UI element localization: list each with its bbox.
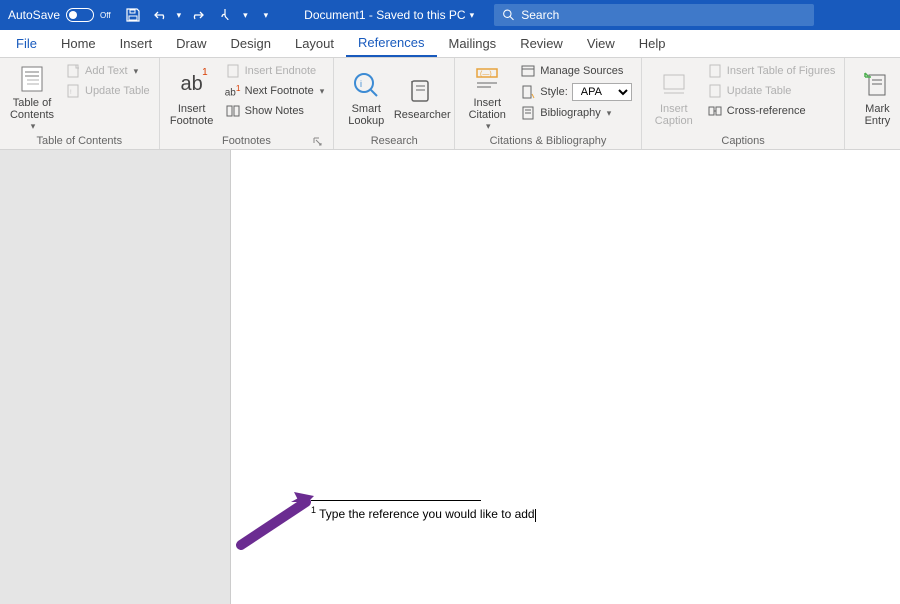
tab-file[interactable]: File [4,30,49,57]
chevron-down-icon: ▾ [31,121,36,132]
add-text-icon [65,63,81,79]
quick-access-toolbar: ▾ ▾ ▾ [119,7,275,23]
svg-text:!: ! [70,90,72,96]
footnote-icon: ab 1 [176,69,208,101]
add-text-button[interactable]: Add Text▾ [62,62,153,80]
update-table-button[interactable]: ! Update Table [62,82,153,100]
search-box[interactable] [494,4,814,26]
show-notes-icon [225,103,241,119]
endnote-icon [225,63,241,79]
manage-sources-icon [520,63,536,79]
document-page[interactable]: 1 Type the reference you would like to a… [230,150,900,604]
cross-reference-button[interactable]: Cross-reference [704,102,839,120]
group-label-footnotes: Footnotes [166,133,328,149]
redo-icon[interactable] [191,7,207,23]
ribbon: Table of Contents ▾ Add Text▾ ! Update T… [0,58,900,150]
researcher-button[interactable]: Researcher [396,60,448,133]
document-title[interactable]: Document1 - Saved to this PC ▾ [304,8,474,22]
update-caption-icon [707,83,723,99]
group-label-research: Research [340,133,448,149]
group-research: i Smart Lookup Researcher Research [334,58,455,149]
svg-text:i: i [360,79,362,89]
toc-icon [16,63,48,95]
autosave-label: AutoSave [8,8,60,22]
tab-insert[interactable]: Insert [108,30,165,57]
title-dropdown-icon[interactable]: ▾ [470,10,475,21]
insert-caption-button[interactable]: Insert Caption [648,60,700,133]
update-caption-table-button[interactable]: Update Table [704,82,839,100]
touch-dropdown-icon[interactable]: ▾ [243,10,248,21]
group-label-captions: Captions [648,133,839,149]
group-captions: Insert Caption Insert Table of Figures U… [642,58,846,149]
caption-icon [658,69,690,101]
manage-sources-button[interactable]: Manage Sources [517,62,635,80]
group-label-citations: Citations & Bibliography [461,133,635,149]
cross-ref-icon [707,103,723,119]
search-input[interactable] [521,8,806,22]
chevron-down-icon: ▾ [486,121,491,132]
document-area: 1 Type the reference you would like to a… [0,150,900,604]
citation-icon: (—) [471,63,503,95]
tab-layout[interactable]: Layout [283,30,346,57]
undo-icon[interactable] [151,7,167,23]
group-index: Mark Entry Insert Index Update Index Ind… [845,58,900,149]
style-icon [520,84,536,100]
group-citations: (—) Insert Citation ▾ Manage Sources Sty… [455,58,642,149]
mark-entry-button[interactable]: Mark Entry [851,60,900,133]
qat-customize-icon[interactable]: ▾ [264,10,269,21]
footnote-text[interactable]: 1 Type the reference you would like to a… [311,505,536,522]
group-label-index: Index [851,133,900,149]
tof-icon [707,63,723,79]
svg-text:(—): (—) [480,71,492,78]
smart-lookup-button[interactable]: i Smart Lookup [340,60,392,133]
next-footnote-icon: ab1 [225,83,241,99]
style-selector[interactable]: Style: APA [517,82,635,102]
show-notes-button[interactable]: Show Notes [222,102,328,120]
tab-review[interactable]: Review [508,30,575,57]
text-cursor [535,509,536,522]
title-bar: AutoSave Off ▾ ▾ ▾ Document1 - Saved to … [0,0,900,30]
tab-references[interactable]: References [346,30,436,57]
autosave-pill [66,8,94,22]
group-label-toc: Table of Contents [6,133,153,149]
page-gutter [0,150,230,604]
footnote-separator [311,500,481,501]
next-footnote-button[interactable]: ab1 Next Footnote▾ [222,82,328,100]
table-of-contents-button[interactable]: Table of Contents ▾ [6,60,58,133]
update-table-icon: ! [65,83,81,99]
save-icon[interactable] [125,7,141,23]
autosave-off-label: Off [100,11,111,20]
tab-draw[interactable]: Draw [164,30,218,57]
bibliography-button[interactable]: Bibliography▾ [517,104,635,122]
footnotes-launcher-icon[interactable] [313,137,323,147]
tab-view[interactable]: View [575,30,627,57]
insert-citation-button[interactable]: (—) Insert Citation ▾ [461,60,513,133]
group-footnotes: ab 1 Insert Footnote Insert Endnote ab1 … [160,58,335,149]
footnote-area[interactable]: 1 Type the reference you would like to a… [311,500,536,522]
touch-mode-icon[interactable] [217,7,233,23]
tab-home[interactable]: Home [49,30,108,57]
smart-lookup-icon: i [350,69,382,101]
undo-dropdown-icon[interactable]: ▾ [177,10,182,21]
style-dropdown[interactable]: APA [572,83,632,101]
insert-endnote-button[interactable]: Insert Endnote [222,62,328,80]
researcher-icon [406,75,438,107]
tab-mailings[interactable]: Mailings [437,30,509,57]
tab-strip: File Home Insert Draw Design Layout Refe… [0,30,900,58]
insert-tof-button[interactable]: Insert Table of Figures [704,62,839,80]
tab-help[interactable]: Help [627,30,678,57]
insert-footnote-button[interactable]: ab 1 Insert Footnote [166,60,218,133]
autosave-toggle[interactable]: AutoSave Off [0,8,119,22]
search-icon [502,8,515,22]
tab-design[interactable]: Design [219,30,283,57]
group-table-of-contents: Table of Contents ▾ Add Text▾ ! Update T… [0,58,160,149]
mark-entry-icon [861,69,893,101]
bibliography-icon [520,105,536,121]
